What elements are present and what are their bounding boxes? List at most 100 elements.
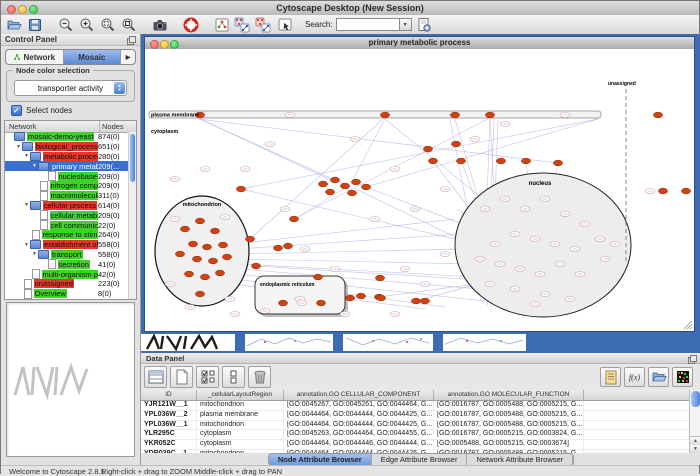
network-node[interactable] xyxy=(485,112,494,118)
tab-overflow-button[interactable]: ▶ xyxy=(121,50,135,64)
network-overlay-icon[interactable] xyxy=(234,16,251,33)
tree-row[interactable]: nitrogen compo209(0) xyxy=(5,181,129,191)
browser-tab[interactable]: Network Attribute Browser xyxy=(467,454,573,465)
save-session-icon[interactable] xyxy=(26,16,43,33)
tree-col-network[interactable]: Network xyxy=(5,121,100,132)
disclosure-icon[interactable]: ▼ xyxy=(23,242,30,248)
disclosure-icon[interactable]: ▼ xyxy=(31,251,38,257)
configure-search-icon[interactable] xyxy=(416,16,433,33)
browser-tab[interactable]: Node Attribute Browser xyxy=(269,454,372,465)
table-row[interactable]: YLR295Ccytoplasm[GO:0045263, GO:0044464,… xyxy=(141,430,690,440)
network-node[interactable] xyxy=(451,141,460,147)
network-node[interactable] xyxy=(175,251,184,257)
network-node[interactable] xyxy=(313,274,322,280)
table-row[interactable]: YPL036W__1mitochondrion[GO:0044464, GO:0… xyxy=(141,421,690,431)
network-node[interactable] xyxy=(420,298,429,304)
network-node[interactable] xyxy=(289,216,298,222)
tree-row[interactable]: ▼primary metabo209(... xyxy=(5,161,129,171)
function-builder-icon[interactable]: f(x) xyxy=(624,367,645,387)
table-row[interactable]: YKR052Ccytoplasm[GO:0044464, GO:0044446,… xyxy=(141,440,690,450)
tree-row[interactable]: macromolecule311(0) xyxy=(5,191,129,201)
table-column-header[interactable]: annotation.GO MOLECULAR_FUNCTION xyxy=(434,390,584,400)
network-node[interactable] xyxy=(184,271,193,277)
disclosure-icon[interactable]: ▼ xyxy=(31,163,38,169)
zoom-in-icon[interactable] xyxy=(78,16,95,33)
network-node[interactable] xyxy=(330,177,339,183)
network-node[interactable] xyxy=(316,300,325,306)
disclosure-icon[interactable]: ▼ xyxy=(23,202,30,208)
table-row[interactable]: YJR121W__1mitochondrion[GO:0045267, GO:0… xyxy=(141,401,690,411)
network-view-frame[interactable]: primary metabolic process plasma membran… xyxy=(144,36,695,332)
network-node[interactable] xyxy=(195,218,204,224)
search-input[interactable] xyxy=(336,18,400,31)
tree-row[interactable]: unassigned223(0) xyxy=(5,279,129,289)
network-node[interactable] xyxy=(208,258,217,264)
float-panel-icon[interactable] xyxy=(127,36,136,49)
network-node[interactable] xyxy=(521,158,530,164)
background-window-3[interactable] xyxy=(343,334,433,351)
network-node[interactable] xyxy=(340,183,349,189)
network-node[interactable] xyxy=(283,243,292,249)
node-color-select[interactable]: transporter activity ▲▼ xyxy=(14,80,127,96)
birdseye-view[interactable] xyxy=(6,302,135,457)
heatmap-icon[interactable] xyxy=(672,367,693,387)
scroll-up-icon[interactable]: ▲ xyxy=(690,437,700,445)
network-node[interactable] xyxy=(428,158,437,164)
select-attributes-icon[interactable] xyxy=(196,366,219,388)
tree-scrollbar-thumb[interactable] xyxy=(130,134,135,182)
network-node[interactable] xyxy=(210,228,219,234)
network-node[interactable] xyxy=(236,186,245,192)
network-node[interactable] xyxy=(192,256,201,262)
tab-network[interactable]: Network xyxy=(6,50,64,64)
network-node[interactable] xyxy=(450,112,459,118)
window-titlebar[interactable]: Cytoscape Desktop (New Session) xyxy=(1,1,699,16)
network-node[interactable] xyxy=(273,245,282,251)
network-node[interactable] xyxy=(325,189,334,195)
network-node[interactable] xyxy=(278,300,287,306)
tree-row[interactable]: mosaic-demo-yeast874(0) xyxy=(5,132,129,142)
tree-row[interactable]: ▼biological_process651(0) xyxy=(5,142,129,152)
attribute-grid-icon[interactable] xyxy=(144,366,167,388)
network-node[interactable] xyxy=(245,236,254,242)
unselect-attributes-icon[interactable] xyxy=(222,366,245,388)
network-node[interactable] xyxy=(496,158,505,164)
network-node[interactable] xyxy=(218,242,227,248)
network-node[interactable] xyxy=(351,179,360,185)
scroll-down-icon[interactable]: ▼ xyxy=(690,445,700,453)
table-row[interactable]: YPL036W__2plasma membrane[GO:0044464, GO… xyxy=(141,411,690,421)
table-column-header[interactable]: _cellularLayoutRegion xyxy=(197,390,284,400)
network-node[interactable] xyxy=(423,146,432,152)
tree-row[interactable]: ▼cellular process614(0) xyxy=(5,201,129,211)
select-network-icon[interactable] xyxy=(276,16,293,33)
network-node[interactable] xyxy=(318,181,327,187)
table-scrollbar-thumb[interactable] xyxy=(691,391,700,407)
network-node[interactable] xyxy=(380,112,389,118)
notepad-icon[interactable] xyxy=(600,367,621,387)
tree-row[interactable]: response to stimulu264(0) xyxy=(5,230,129,240)
tree-row[interactable]: ▼metabolic process280(0) xyxy=(5,152,129,162)
tree-row[interactable]: cellular metabo209(0) xyxy=(5,210,129,220)
network-node[interactable] xyxy=(202,244,211,250)
zoom-fit-icon[interactable] xyxy=(120,16,137,33)
network-node[interactable] xyxy=(658,188,667,194)
tree-row[interactable]: ▼establishment of lo558(0) xyxy=(5,240,129,250)
tree-row[interactable]: Overview8(0) xyxy=(5,289,129,299)
search-dropdown-button[interactable]: ▼ xyxy=(400,18,412,31)
network-node[interactable] xyxy=(411,298,420,304)
network-node[interactable] xyxy=(553,160,562,166)
background-window-1[interactable] xyxy=(141,334,235,351)
network-node[interactable] xyxy=(361,184,370,190)
select-nodes-checkbox[interactable]: ✓ xyxy=(11,105,22,116)
background-window-4[interactable] xyxy=(443,334,526,351)
background-window-2[interactable] xyxy=(245,334,333,351)
table-column-header[interactable]: annotation.GO CELLULAR_COMPONENT xyxy=(284,390,434,400)
zoom-out-icon[interactable] xyxy=(57,16,74,33)
network-node[interactable] xyxy=(195,291,204,297)
network-node[interactable] xyxy=(200,274,209,280)
network-node[interactable] xyxy=(347,190,356,196)
create-network-icon[interactable] xyxy=(213,16,230,33)
network-node[interactable] xyxy=(681,188,690,194)
open-session-icon[interactable] xyxy=(5,16,22,33)
network-node[interactable] xyxy=(251,263,260,269)
tree-scrollbar[interactable] xyxy=(128,132,136,299)
